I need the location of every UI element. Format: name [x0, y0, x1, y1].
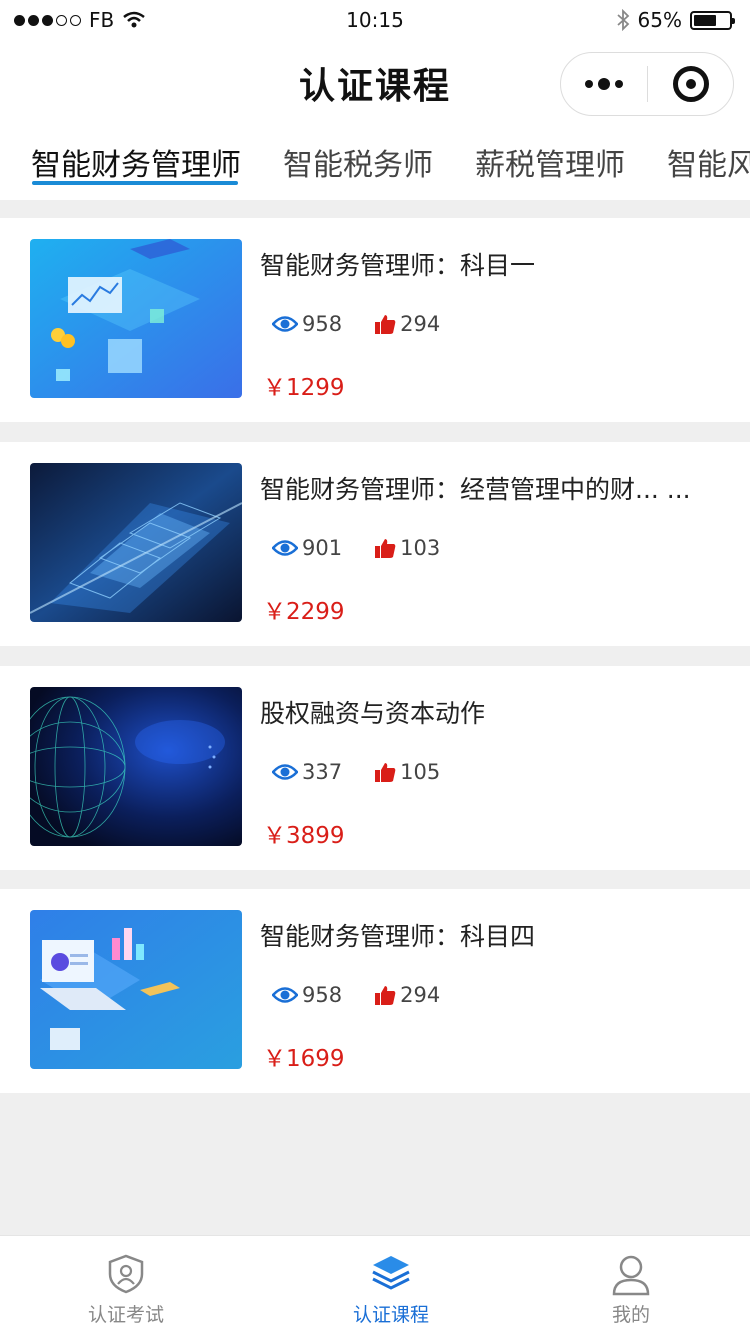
like-count-value: 294	[400, 312, 441, 336]
person-icon	[612, 1255, 650, 1296]
view-count-value: 337	[302, 760, 343, 784]
more-dot-icon	[585, 80, 593, 88]
thumbs-up-icon	[375, 539, 396, 558]
course-thumbnail	[30, 910, 242, 1069]
view-count: 958	[272, 983, 342, 1007]
battery-icon	[690, 10, 735, 30]
battery-percent: 65%	[637, 8, 682, 32]
mini-program-capsule	[560, 52, 734, 116]
tabbar-label: 我的	[611, 1304, 650, 1326]
course-stats: 958 294	[272, 983, 472, 1007]
battery-level	[694, 14, 717, 26]
tab-smart-tax-advisor[interactable]: 智能税务师	[283, 140, 433, 184]
tab-smart-risk[interactable]: 智能风	[667, 140, 750, 184]
more-dot-icon	[615, 80, 623, 88]
view-count: 958	[272, 312, 342, 336]
view-count-value: 958	[302, 983, 343, 1007]
tabbar-item-certification-exam[interactable]: 认证考试	[46, 1236, 206, 1334]
tab-smart-finance-manager[interactable]: 智能财务管理师	[31, 140, 241, 184]
thumbs-up-icon	[375, 986, 396, 1005]
course-thumbnail	[30, 463, 242, 622]
more-dot-icon	[598, 78, 610, 90]
navigation-bar: 认证课程	[0, 40, 750, 122]
view-count-value: 958	[302, 312, 343, 336]
course-title: 股权融资与资本动作	[260, 699, 486, 728]
course-stats: 958 294	[272, 312, 472, 336]
course-thumbnail	[30, 687, 242, 846]
eye-icon	[272, 316, 298, 332]
course-stats: 337 105	[272, 760, 472, 784]
course-card[interactable]: 智能财务管理师：科目四 958 294 ￥1699	[0, 889, 750, 1093]
close-target-icon	[672, 66, 709, 102]
like-count: 103	[374, 536, 440, 560]
layers-icon	[372, 1256, 410, 1290]
eye-icon	[272, 540, 298, 556]
like-count: 105	[374, 760, 440, 784]
close-mini-program-button[interactable]	[648, 53, 733, 115]
view-count: 901	[272, 536, 342, 560]
view-count-value: 901	[302, 536, 343, 560]
course-card[interactable]: 智能财务管理师：科目一 958 294 ￥1299	[0, 218, 750, 422]
course-card[interactable]: 股权融资与资本动作 337 105 ￥3899	[0, 666, 750, 870]
course-title: 智能财务管理师：科目一	[260, 251, 536, 280]
bluetooth-icon	[616, 9, 629, 31]
course-title: 智能财务管理师：经营管理中的财... ...	[260, 475, 691, 504]
course-price: ￥2299	[263, 599, 345, 625]
course-price: ￥1699	[263, 1046, 345, 1072]
tabbar-label: 认证考试	[87, 1304, 164, 1326]
status-right: 65%	[616, 8, 735, 32]
more-menu-button[interactable]	[561, 53, 647, 115]
active-tab-indicator	[32, 181, 238, 185]
bottom-tab-bar: 认证考试 认证课程 我的	[0, 1235, 750, 1334]
tabbar-item-mine[interactable]: 我的	[551, 1236, 711, 1334]
like-count-value: 294	[400, 983, 441, 1007]
course-card[interactable]: 智能财务管理师：经营管理中的财... ... 901 103 ￥2299	[0, 442, 750, 646]
status-bar: FB 10:15 65%	[0, 0, 750, 40]
shield-user-icon	[108, 1254, 144, 1294]
tab-payroll-tax-manager[interactable]: 薪税管理师	[475, 140, 625, 184]
like-count: 294	[374, 312, 440, 336]
like-count-value: 103	[400, 536, 441, 560]
eye-icon	[272, 764, 298, 780]
tabbar-item-certification-courses[interactable]: 认证课程	[311, 1236, 471, 1334]
thumbs-up-icon	[375, 315, 396, 334]
course-title: 智能财务管理师：科目四	[260, 922, 536, 951]
eye-icon	[272, 987, 298, 1003]
tabbar-label: 认证课程	[352, 1304, 429, 1326]
course-thumbnail	[30, 239, 242, 398]
course-price: ￥1299	[263, 375, 345, 401]
like-count: 294	[374, 983, 440, 1007]
category-tabs: 智能财务管理师 智能税务师 薪税管理师 智能风	[0, 122, 750, 200]
like-count-value: 105	[400, 760, 441, 784]
course-stats: 901 103	[272, 536, 472, 560]
course-price: ￥3899	[263, 823, 345, 849]
view-count: 337	[272, 760, 342, 784]
thumbs-up-icon	[375, 763, 396, 782]
